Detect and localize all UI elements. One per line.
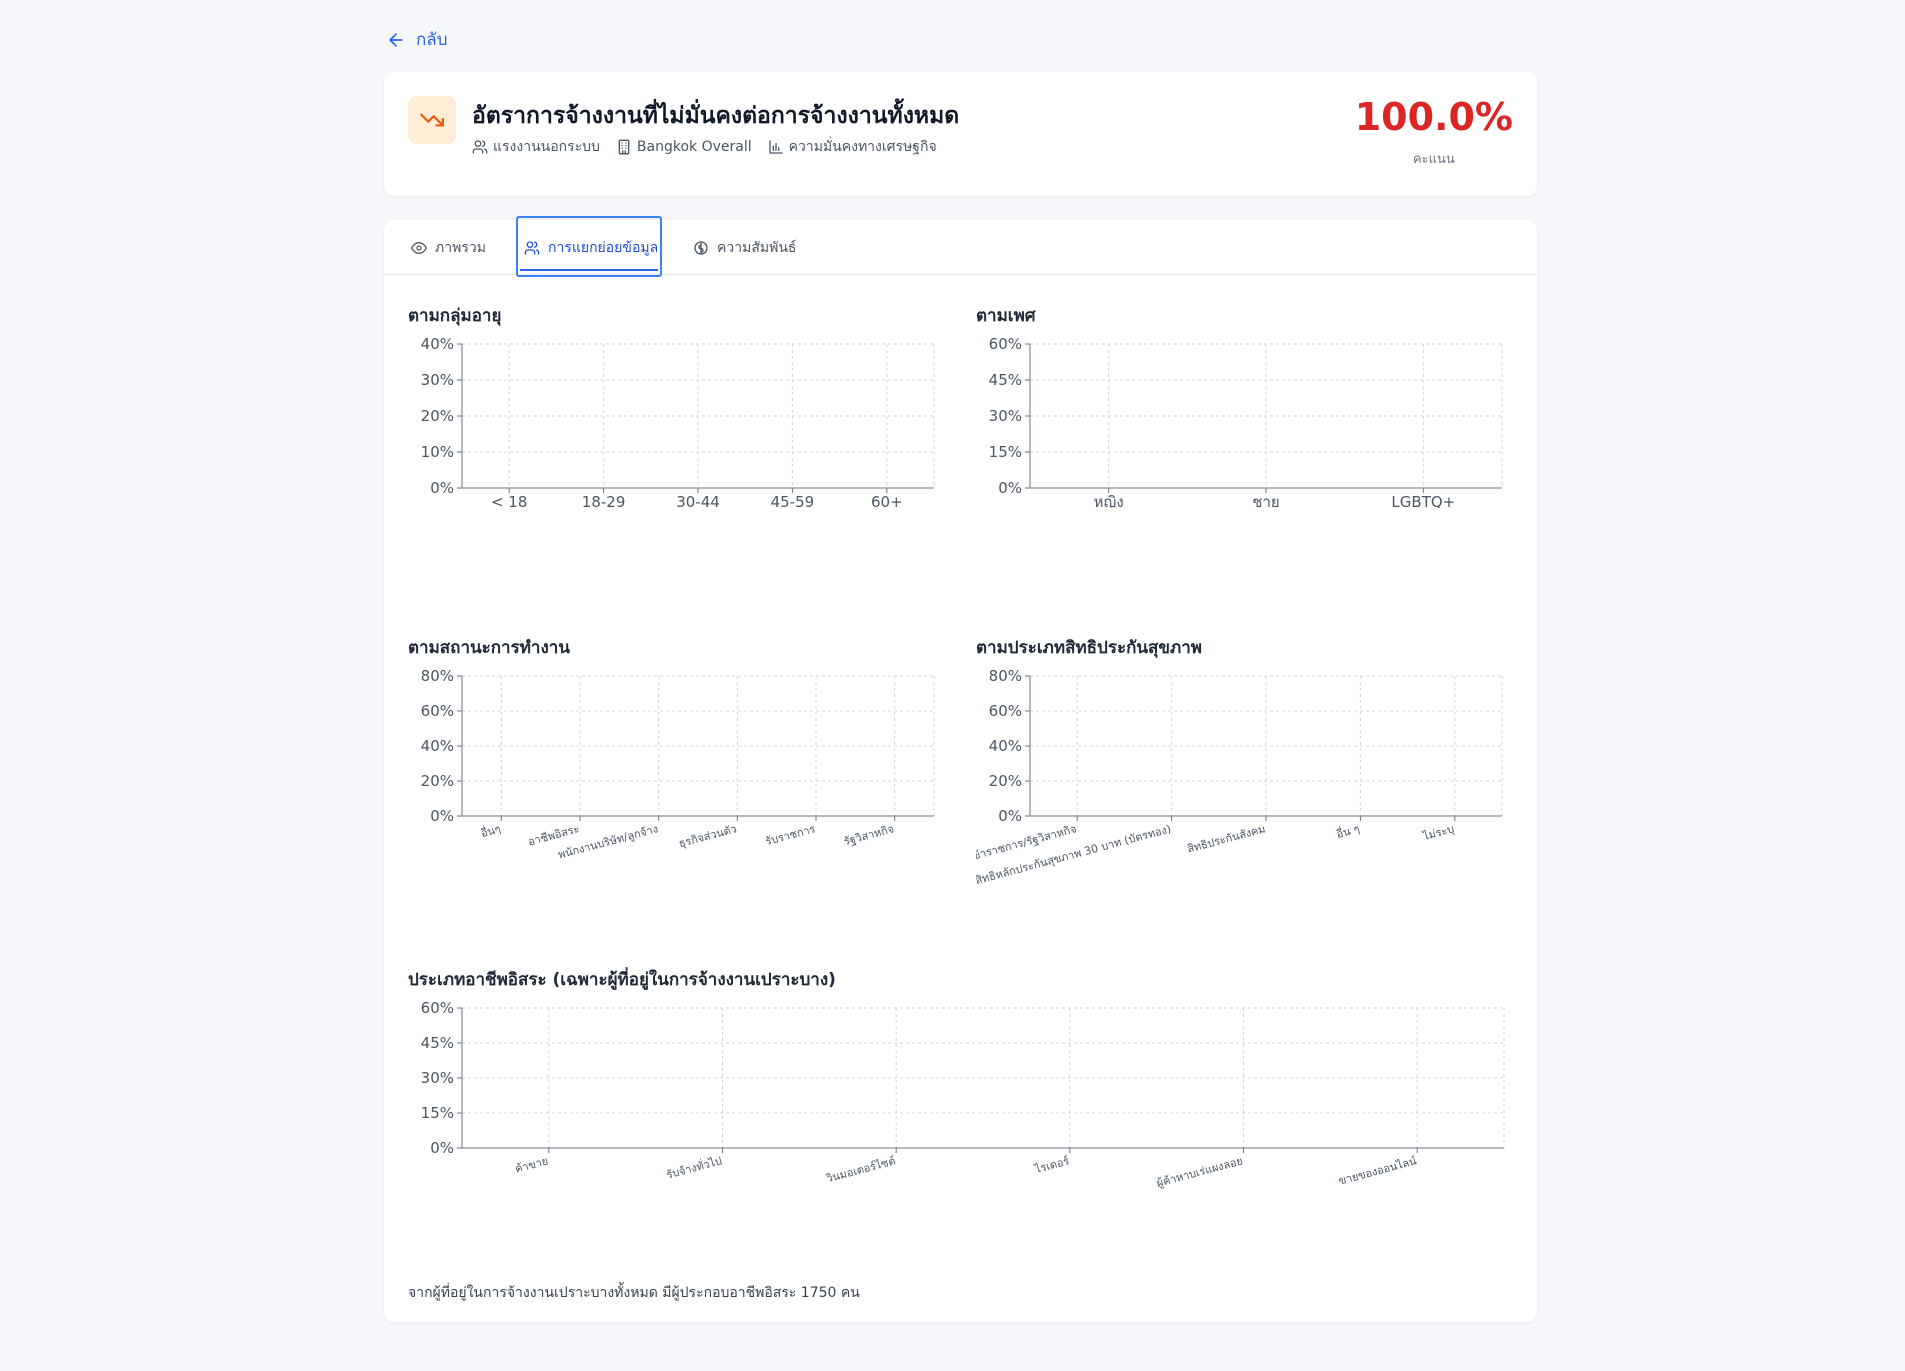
score-label: คะแนน bbox=[1412, 152, 1455, 167]
eye-icon bbox=[411, 241, 427, 254]
y-tick-label: 80% bbox=[421, 670, 454, 685]
tab-breakdown[interactable]: การแยกย่อยข้อมูล bbox=[516, 216, 662, 277]
back-link[interactable]: กลับ bbox=[386, 26, 448, 53]
y-tick-label: 80% bbox=[989, 670, 1022, 685]
y-tick-label: 15% bbox=[989, 443, 1022, 461]
arrow-left-icon bbox=[389, 32, 403, 47]
x-tick-label: รับราชการ bbox=[764, 822, 817, 848]
y-tick-label: 60% bbox=[989, 338, 1022, 353]
y-tick-label: 0% bbox=[430, 1139, 454, 1157]
meta-area-label: Bangkok Overall bbox=[636, 139, 752, 155]
y-tick-label: 40% bbox=[421, 737, 454, 755]
y-tick-label: 30% bbox=[421, 1069, 454, 1087]
y-tick-label: 0% bbox=[998, 479, 1022, 497]
trending-down-icon bbox=[420, 113, 444, 127]
indicator-title: อัตราการจ้างงานที่ไม่มั่นคงต่อการจ้างงาน… bbox=[472, 103, 960, 129]
section-title-health: ตามประเภทสิทธิประกันสุขภาพ bbox=[976, 638, 1202, 658]
x-tick-label: ค้าขาย bbox=[514, 1154, 550, 1175]
chart-age: 0% 10% 20% 30% 40% < 18 18-29 30-44 45-59 60+ bbox=[421, 338, 935, 508]
y-tick-label: 0% bbox=[998, 807, 1022, 825]
meta-dimension: ความมั่นคงทางเศรษฐกิจ bbox=[768, 136, 937, 158]
tab-focus-ring bbox=[516, 216, 662, 277]
indicator-icon-box bbox=[408, 96, 456, 144]
x-tick-label: ไรเดอร์ bbox=[1033, 1154, 1071, 1176]
y-tick-label: 10% bbox=[421, 443, 454, 461]
section-title-freelance: ประเภทอาชีพอิสระ (เฉพาะผู้ที่อยู่ในการจ้… bbox=[408, 970, 836, 990]
y-tick-label: 30% bbox=[989, 407, 1022, 425]
section-title-work-status: ตามสถานะการทำงาน bbox=[408, 638, 570, 658]
x-tick-label: 30-44 bbox=[676, 493, 720, 508]
building-icon bbox=[618, 139, 630, 155]
x-tick-label: < 18 bbox=[491, 493, 527, 508]
indicator-meta: แรงงานนอกระบบ Bangkok Overall ความมั่นคง… bbox=[472, 136, 937, 158]
y-tick-label: 20% bbox=[989, 772, 1022, 790]
x-tick-label: 45-59 bbox=[771, 493, 815, 508]
bar-chart-icon bbox=[768, 140, 783, 154]
x-tick-label: หญิง bbox=[1094, 493, 1124, 508]
x-tick-label: สิทธิประกันสังคม bbox=[1186, 822, 1267, 855]
brain-icon bbox=[694, 240, 708, 255]
x-tick-label: ไม่ระบุ bbox=[1421, 822, 1456, 843]
meta-category-label: แรงงานนอกระบบ bbox=[493, 139, 600, 155]
x-tick-label: รัฐวิสาหกิจ bbox=[842, 822, 895, 848]
y-tick-label: 45% bbox=[989, 371, 1022, 389]
tab-bar: ภาพรวม การแยกย่อยข้อมูล ความสัมพันธ์ bbox=[384, 216, 1537, 277]
x-tick-label: อื่นๆ bbox=[479, 820, 502, 840]
score-block: 100.0% คะแนน bbox=[1355, 98, 1513, 169]
section-title-gender: ตามเพศ bbox=[976, 306, 1036, 326]
footer-note: จากผู้ที่อยู่ในการจ้างงานเปราะบางทั้งหมด… bbox=[408, 1285, 860, 1301]
y-tick-label: 60% bbox=[421, 1002, 454, 1017]
x-tick-label: ขายของออนไลน์ bbox=[1337, 1154, 1418, 1187]
users-icon bbox=[472, 140, 488, 154]
section-title-age: ตามกลุ่มอายุ bbox=[408, 306, 502, 326]
y-tick-label: 15% bbox=[421, 1104, 454, 1122]
back-label: กลับ bbox=[416, 30, 448, 50]
y-tick-label: 60% bbox=[421, 702, 454, 720]
chart-freelance: 0% 15% 30% 45% 60% ค้าขาย รับจ้างทั่วไป วินมอเต… bbox=[421, 1002, 1505, 1190]
y-tick-label: 0% bbox=[430, 479, 454, 497]
y-tick-label: 20% bbox=[421, 772, 454, 790]
y-tick-label: 40% bbox=[989, 737, 1022, 755]
y-tick-label: 60% bbox=[989, 702, 1022, 720]
tab-overview-label: ภาพรวม bbox=[435, 239, 486, 256]
y-tick-label: 20% bbox=[421, 407, 454, 425]
x-tick-label: 18-29 bbox=[582, 493, 626, 508]
meta-dimension-label: ความมั่นคงทางเศรษฐกิจ bbox=[788, 139, 937, 155]
x-tick-label: รับจ้างทั่วไป bbox=[665, 1152, 724, 1181]
x-tick-label: อื่น ๆ bbox=[1335, 820, 1362, 841]
x-tick-label: ชาย bbox=[1252, 493, 1279, 508]
indicator-header-card: อัตราการจ้างงานที่ไม่มั่นคงต่อการจ้างงาน… bbox=[384, 72, 1537, 196]
tab-correlation-label: ความสัมพันธ์ bbox=[717, 239, 797, 256]
tab-overview[interactable]: ภาพรวม bbox=[411, 220, 486, 275]
meta-category: แรงงานนอกระบบ bbox=[472, 136, 600, 158]
y-tick-label: 0% bbox=[430, 807, 454, 825]
x-tick-label: วินมอเตอร์ไซต์ bbox=[824, 1154, 897, 1185]
details-card: ภาพรวม การแยกย่อยข้อมูล ความสัมพันธ์ ตาม… bbox=[384, 216, 1537, 1322]
chart-health: 0%20%40%60%80%สิทธิข้าราชการ/รัฐวิสาหกิจ… bbox=[976, 670, 1503, 887]
x-tick-label: 60+ bbox=[871, 493, 903, 508]
y-tick-label: 40% bbox=[421, 338, 454, 353]
meta-area: Bangkok Overall bbox=[616, 136, 752, 158]
y-tick-label: 45% bbox=[421, 1034, 454, 1052]
chart-work-status: 0%20%40%60%80%อื่นๆ อาชีพอิสระพนักงานบริษ… bbox=[421, 670, 935, 862]
tab-active-underline bbox=[520, 269, 658, 271]
score-value: 100.0% bbox=[1354, 95, 1513, 139]
x-tick-label: ผู้ค้าหาบเร่แผงลอย bbox=[1155, 1154, 1244, 1190]
y-tick-label: 30% bbox=[421, 371, 454, 389]
x-tick-label: ธุรกิจส่วนตัว bbox=[677, 822, 738, 850]
x-tick-label: LGBTQ+ bbox=[1391, 493, 1455, 508]
chart-gender: 0% 15% 30% 45% 60% หญิง ชาย LGBTQ+ bbox=[989, 338, 1503, 508]
tab-correlation[interactable]: ความสัมพันธ์ bbox=[693, 220, 796, 275]
